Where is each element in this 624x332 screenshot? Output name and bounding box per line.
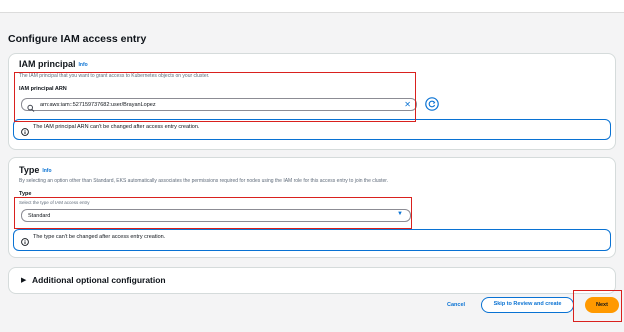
cancel-button[interactable]: Cancel: [447, 302, 465, 308]
iam-principal-panel: IAM principal Info The IAM principal that…: [8, 53, 616, 150]
iam-principal-arn-input[interactable]: arn:aws:iam::527159737682:user/BrayanLop…: [21, 98, 417, 112]
type-alert-text: The type can't be changed after access e…: [33, 234, 166, 240]
iam-principal-arn-value: arn:aws:iam::527159737682:user/BrayanLop…: [40, 101, 156, 108]
iam-principal-title: IAM principal: [19, 59, 76, 69]
arn-alert-text: The IAM principal ARN can't be changed a…: [33, 124, 200, 130]
type-select-value: Standard: [28, 212, 51, 219]
type-title: Type: [19, 165, 40, 175]
type-description: By selecting an option other than Standa…: [19, 178, 389, 184]
additional-configuration-section[interactable]: ▶ Additional optional configuration: [8, 267, 616, 294]
type-field-label: Type: [19, 191, 32, 197]
type-field-hint: Select the type of IAM access entry: [19, 200, 90, 205]
arn-info-alert: The IAM principal ARN can't be changed a…: [13, 119, 611, 140]
search-icon: [27, 100, 35, 118]
type-panel: Type Info By selecting an option other th…: [8, 157, 616, 258]
info-link[interactable]: Info: [79, 62, 88, 68]
next-button[interactable]: Next: [585, 297, 619, 313]
top-bar: [0, 0, 624, 13]
refresh-icon[interactable]: [425, 97, 439, 111]
page-title: Configure IAM access entry: [8, 33, 147, 45]
clear-icon[interactable]: ✕: [404, 100, 411, 110]
caret-down-icon: ▼: [397, 211, 403, 217]
iam-principal-heading: IAM principal Info: [19, 59, 88, 69]
skip-to-review-button[interactable]: Skip to Review and create: [481, 297, 574, 313]
type-info-alert: The type can't be changed after access e…: [13, 229, 611, 251]
info-link[interactable]: Info: [42, 168, 51, 174]
info-icon: [21, 123, 29, 141]
type-heading: Type Info: [19, 165, 52, 175]
type-select[interactable]: Standard ▼: [21, 209, 411, 222]
additional-configuration-title: Additional optional configuration: [32, 275, 166, 285]
iam-principal-description: The IAM principal that you want to grant…: [19, 73, 210, 79]
caret-right-icon: ▶: [21, 277, 27, 284]
info-icon: [21, 233, 29, 251]
iam-principal-arn-label: IAM principal ARN: [19, 86, 67, 92]
